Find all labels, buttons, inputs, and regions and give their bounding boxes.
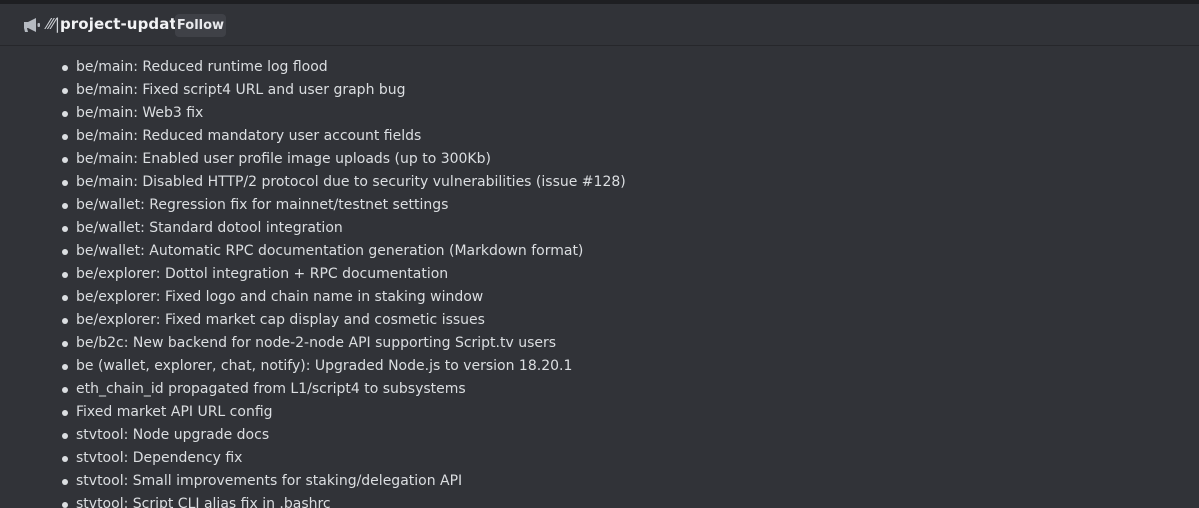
list-item-text: be/main: Web3 fix [76,105,204,121]
list-item-text: be/explorer: Fixed market cap display an… [76,312,485,328]
bullet-icon [62,387,68,393]
list-item: be/explorer: Fixed logo and chain name i… [60,286,626,309]
bullet-icon [62,479,68,485]
list-item-text: be/main: Reduced mandatory user account … [76,128,422,144]
list-item: be/wallet: Standard dotool integration [60,217,626,240]
follow-button[interactable]: Follow [175,14,226,37]
channel-title: ⁄⁄⁄|project-updates [47,15,196,33]
bullet-icon [62,433,68,439]
list-item-text: be/b2c: New backend for node-2-node API … [76,335,557,351]
bullet-icon [62,180,68,186]
channel-prefix: ⁄⁄⁄| [47,15,60,33]
list-item: Fixed market API URL config [60,401,626,424]
list-item: be/wallet: Regression fix for mainnet/te… [60,194,626,217]
list-item: be/main: Reduced runtime log flood [60,56,626,79]
list-item: stvtool: Small improvements for staking/… [60,470,626,493]
list-item: stvtool: Dependency fix [60,447,626,470]
bullet-icon [62,249,68,255]
bullet-icon [62,65,68,71]
list-item-text: be/explorer: Dottol integration + RPC do… [76,266,449,282]
list-item: be/explorer: Dottol integration + RPC do… [60,263,626,286]
update-list: be/main: Reduced runtime log flood be/mai… [60,56,626,508]
bullet-icon [62,134,68,140]
list-item: be/main: Enabled user profile image uplo… [60,148,626,171]
list-item: stvtool: Script CLI alias fix in .bashrc [60,493,626,508]
list-item-text: be/wallet: Regression fix for mainnet/te… [76,197,449,213]
list-item: be/main: Web3 fix [60,102,626,125]
bullet-icon [62,341,68,347]
list-item-text: stvtool: Script CLI alias fix in .bashrc [76,496,331,508]
bullet-icon [62,456,68,462]
list-item: be/main: Fixed script4 URL and user grap… [60,79,626,102]
bullet-icon [62,88,68,94]
list-item-text: stvtool: Dependency fix [76,450,243,466]
list-item: eth_chain_id propagated from L1/script4 … [60,378,626,401]
bullet-icon [62,111,68,117]
list-item-text: eth_chain_id propagated from L1/script4 … [76,381,466,397]
list-item-text: be/main: Enabled user profile image uplo… [76,151,491,167]
bullet-icon [62,272,68,278]
bullet-icon [62,295,68,301]
list-item-text: be/main: Fixed script4 URL and user grap… [76,82,406,98]
message-content: be/main: Reduced runtime log flood be/mai… [0,46,1199,508]
bullet-icon [62,203,68,209]
list-item-text: be/main: Disabled HTTP/2 protocol due to… [76,174,626,190]
list-item-text: be (wallet, explorer, chat, notify): Upg… [76,358,573,374]
list-item: be/main: Disabled HTTP/2 protocol due to… [60,171,626,194]
list-item-text: be/explorer: Fixed logo and chain name i… [76,289,484,305]
bullet-icon [62,318,68,324]
list-item: be/wallet: Automatic RPC documentation g… [60,240,626,263]
list-item: stvtool: Node upgrade docs [60,424,626,447]
announcement-channel-icon [22,16,42,34]
bullet-icon [62,157,68,163]
channel-header: ⁄⁄⁄|project-updates Follow [0,4,1199,46]
list-item-text: be/wallet: Automatic RPC documentation g… [76,243,584,259]
bullet-icon [62,364,68,370]
list-item-text: be/wallet: Standard dotool integration [76,220,343,236]
list-item-text: stvtool: Small improvements for staking/… [76,473,463,489]
bullet-icon [62,226,68,232]
bullet-icon [62,410,68,416]
bullet-icon [62,502,68,508]
list-item-text: stvtool: Node upgrade docs [76,427,270,443]
list-item: be/main: Reduced mandatory user account … [60,125,626,148]
list-item: be/explorer: Fixed market cap display an… [60,309,626,332]
list-item-text: be/main: Reduced runtime log flood [76,59,328,75]
list-item: be (wallet, explorer, chat, notify): Upg… [60,355,626,378]
list-item: be/b2c: New backend for node-2-node API … [60,332,626,355]
list-item-text: Fixed market API URL config [76,404,273,420]
